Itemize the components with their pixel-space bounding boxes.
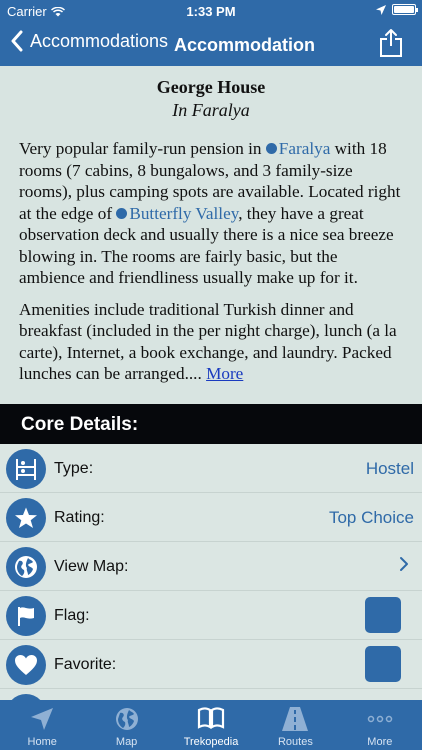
location-arrow-icon — [376, 4, 386, 15]
tab-trekopedia[interactable]: Trekopedia — [169, 700, 253, 750]
book-icon — [197, 707, 225, 730]
tab-home-label: Home — [27, 736, 57, 748]
place-location: In Faralya — [172, 100, 250, 120]
more-dots-icon — [367, 715, 393, 723]
flag-icon — [6, 596, 46, 636]
place-name: George House — [156, 77, 266, 97]
view-map-label: View Map: — [54, 558, 129, 575]
nav-title: Accommodation — [174, 35, 316, 55]
rating-value: Top Choice — [328, 508, 414, 527]
amenities-paragraph: Amenities include traditional Turkish di… — [19, 299, 403, 385]
flag-row: Flag: — [0, 591, 422, 640]
back-label: Accommodations — [30, 30, 169, 51]
flag-toggle[interactable] — [365, 597, 401, 633]
description-text: Very popular family-run pension in — [19, 139, 266, 158]
tab-routes-label: Routes — [277, 736, 313, 748]
heart-icon — [6, 645, 46, 685]
core-details-list: Type: Hostel Rating: Top Choice View Map… — [0, 444, 422, 738]
globe-icon — [115, 708, 138, 730]
tab-routes[interactable]: Routes — [253, 700, 337, 750]
flag-label: Flag: — [54, 607, 90, 624]
back-button[interactable]: Accommodations — [10, 30, 168, 52]
chevron-left-icon — [11, 30, 23, 52]
status-bar: Carrier 1:33 PM — [0, 0, 422, 22]
type-label: Type: — [54, 460, 94, 477]
tab-home[interactable]: Home — [0, 700, 84, 750]
favorite-row: Favorite: — [0, 640, 422, 689]
location-dot-icon — [116, 207, 128, 219]
more-link[interactable]: More — [206, 364, 243, 383]
globe-icon — [6, 547, 46, 587]
tab-map-label: Map — [115, 736, 138, 748]
share-icon[interactable] — [378, 28, 404, 58]
type-row[interactable]: Type: Hostel — [0, 444, 422, 493]
favorite-toggle[interactable] — [365, 646, 401, 682]
star-icon — [6, 498, 46, 538]
status-time: 1:33 PM — [186, 4, 236, 19]
chevron-right-icon — [400, 557, 408, 571]
location-dot-icon — [265, 143, 277, 154]
core-details-header: Core Details: — [0, 404, 422, 444]
bunk-bed-icon — [6, 449, 46, 489]
tab-trekopedia-label: Trekopedia — [183, 736, 239, 748]
status-right — [376, 4, 418, 15]
view-map-row[interactable]: View Map: — [0, 542, 422, 591]
description-panel: George House In Faralya Very popular fam… — [0, 66, 422, 404]
tab-map[interactable]: Map — [84, 700, 168, 750]
nav-row: Accommodations Accommodation — [0, 22, 422, 66]
road-icon — [282, 707, 309, 731]
tab-bar: Home Map Trekopedia Routes More — [0, 700, 422, 750]
type-value: Hostel — [365, 459, 414, 478]
rating-row[interactable]: Rating: Top Choice — [0, 493, 422, 542]
battery-icon — [392, 4, 418, 15]
navigation-arrow-icon — [31, 708, 54, 730]
favorite-label: Favorite: — [54, 656, 117, 673]
navigation-bar: Carrier 1:33 PM Accommodations Accommoda… — [0, 0, 422, 66]
rating-label: Rating: — [54, 509, 105, 526]
faralya-link[interactable]: Faralya — [279, 139, 331, 158]
description-paragraph: Very popular family-run pension in Faral… — [19, 138, 403, 289]
tab-more-label: More — [367, 736, 393, 748]
tab-more[interactable]: More — [338, 700, 422, 750]
butterfly-valley-link[interactable]: Butterfly Valley — [129, 204, 238, 223]
